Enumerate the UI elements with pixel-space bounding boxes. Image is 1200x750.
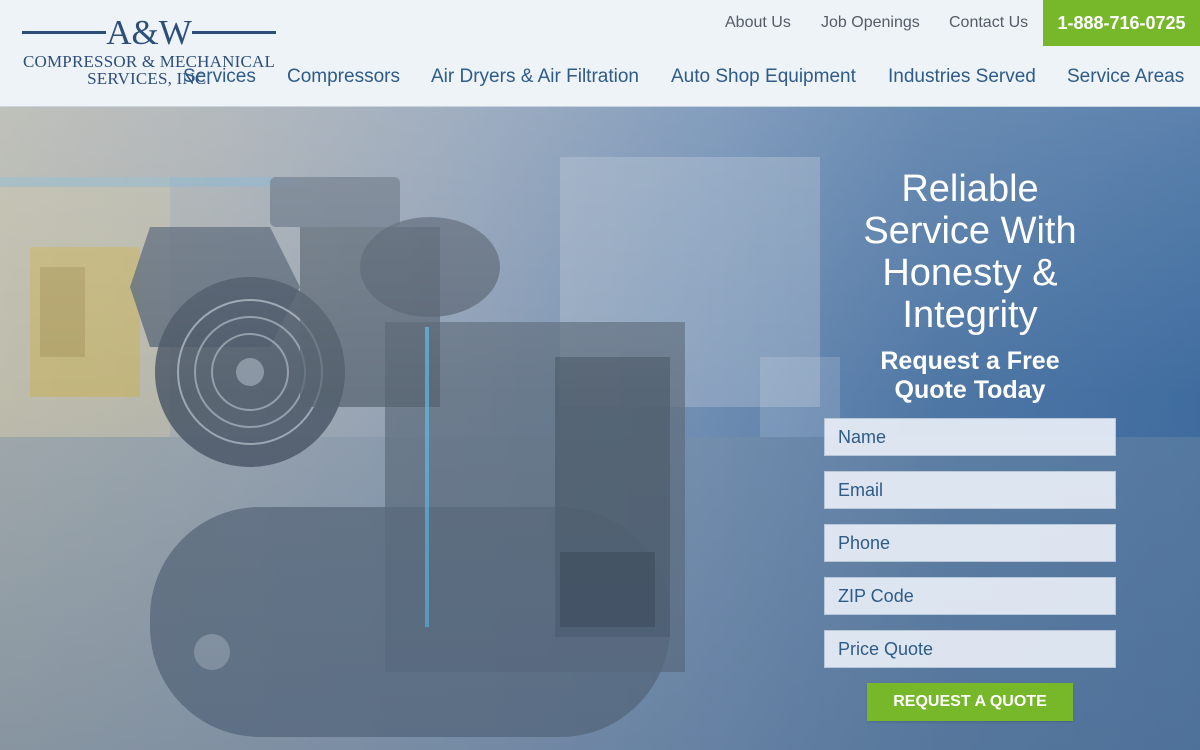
name-input[interactable] [824,418,1116,456]
nav-about-us[interactable]: About Us [725,0,791,46]
headline-line: Reliable [901,168,1039,210]
request-quote-button[interactable]: REQUEST A QUOTE [867,683,1073,721]
subhead-line: Request a Free [880,347,1060,375]
hero-headline: Reliable Service With Honesty & Integrit… [824,168,1116,336]
nav-contact-us[interactable]: Contact Us [949,0,1028,46]
quote-form-title: Request a Free Quote Today [824,347,1116,405]
headline-line: Service With [863,210,1077,252]
email-input[interactable] [824,471,1116,509]
headline-line: Honesty & [882,252,1058,294]
headline-line: Integrity [902,294,1038,336]
subhead-line: Quote Today [894,376,1046,404]
nav-job-openings[interactable]: Job Openings [821,0,920,46]
price-quote-input[interactable] [824,630,1116,668]
phone-number-button[interactable]: 1-888-716-0725 [1043,0,1200,46]
nav-auto-shop-equipment[interactable]: Auto Shop Equipment [671,62,856,92]
phone-input[interactable] [824,524,1116,562]
logo-mark: A&W [106,13,192,52]
nav-services[interactable]: Services [183,62,256,92]
nav-service-areas[interactable]: Service Areas [1067,62,1184,92]
nav-compressors[interactable]: Compressors [287,62,400,92]
nav-air-dryers[interactable]: Air Dryers & Air Filtration [431,62,639,92]
zip-code-input[interactable] [824,577,1116,615]
nav-industries-served[interactable]: Industries Served [888,62,1036,92]
site-header: A&W COMPRESSOR & MECHANICAL SERVICES, IN… [0,0,1200,107]
